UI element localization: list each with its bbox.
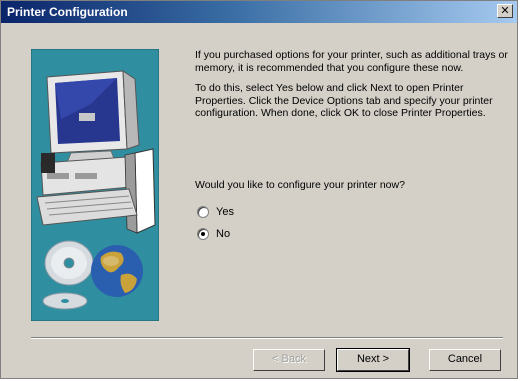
computer-monitor-icon: [46, 70, 140, 164]
next-button[interactable]: Next >: [336, 348, 410, 372]
cd-disc-icon: [42, 240, 94, 310]
radio-no-label: No: [216, 228, 231, 240]
globe-icon: [91, 245, 143, 297]
window-title: Printer Configuration: [7, 5, 128, 19]
instructions-paragraph: To do this, select Yes below and click N…: [195, 82, 493, 119]
radio-no[interactable]: No: [197, 228, 230, 240]
configure-question: Would you like to configure your printer…: [195, 179, 405, 191]
printer-configuration-dialog: Printer Configuration ✕ If you purchased…: [0, 0, 518, 379]
radio-dot-icon: [201, 232, 205, 236]
back-button[interactable]: < Back: [253, 349, 325, 371]
intro-paragraph: If you purchased options for your printe…: [195, 49, 508, 74]
close-button[interactable]: ✕: [497, 4, 513, 18]
radio-button-selected-icon[interactable]: [197, 228, 209, 240]
radio-yes[interactable]: Yes: [197, 206, 234, 218]
wizard-illustration: [31, 49, 159, 321]
separator-line: [31, 337, 503, 339]
title-bar: Printer Configuration ✕: [1, 1, 517, 23]
intro-text: If you purchased options for your printe…: [195, 49, 515, 128]
radio-button-icon[interactable]: [197, 206, 209, 218]
radio-yes-label: Yes: [216, 206, 234, 218]
cancel-button[interactable]: Cancel: [429, 349, 501, 371]
close-icon: ✕: [500, 5, 510, 17]
